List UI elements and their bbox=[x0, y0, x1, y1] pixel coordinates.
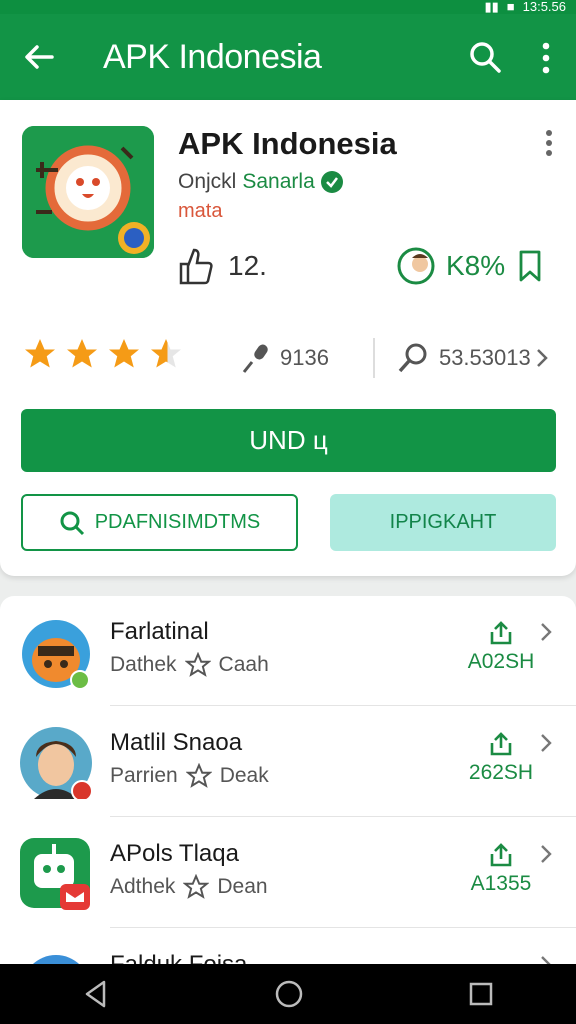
star-outline-icon bbox=[185, 763, 212, 788]
install-button[interactable]: UND ц bbox=[21, 409, 556, 472]
star-half-icon bbox=[151, 339, 181, 368]
list-item-title: APols Tlaqa bbox=[110, 840, 239, 867]
list-item[interactable]: Farlatinal Dathek Caah A02SH bbox=[0, 596, 576, 706]
upload-icon bbox=[490, 732, 512, 756]
app-avatar bbox=[20, 727, 92, 799]
stats-divider bbox=[372, 338, 375, 378]
developer-prefix: Onjckl bbox=[178, 170, 237, 193]
chevron-right-icon[interactable] bbox=[535, 347, 549, 369]
list-item-rating: Dean bbox=[217, 875, 268, 898]
verified-check-icon bbox=[320, 171, 343, 193]
developer-line[interactable]: Onjckl Sanarla bbox=[178, 170, 343, 194]
divider bbox=[110, 816, 576, 817]
microphone-icon bbox=[242, 344, 268, 373]
app-avatar bbox=[32, 955, 80, 964]
upload-icon bbox=[490, 843, 512, 867]
search-icon[interactable] bbox=[468, 40, 502, 74]
chevron-right-icon[interactable] bbox=[538, 953, 554, 964]
update-action[interactable]: A1355 bbox=[466, 842, 536, 896]
stats-row: 9136 53.53013 bbox=[240, 338, 549, 378]
divider bbox=[110, 927, 576, 928]
app-avatar bbox=[20, 838, 90, 910]
downloads-value: 9136 bbox=[280, 345, 329, 370]
rating-percent-metric: K8% bbox=[396, 246, 547, 286]
battery-icon: ■ bbox=[506, 0, 515, 14]
user-badge-icon bbox=[397, 247, 435, 285]
list-item-rating: Deak bbox=[219, 764, 269, 787]
search-icon bbox=[60, 511, 84, 535]
list-item-title: Falduk Foisa bbox=[110, 951, 247, 964]
list-item-title: Farlatinal bbox=[110, 618, 209, 645]
card-overflow-icon[interactable] bbox=[538, 128, 560, 158]
nav-back-icon[interactable] bbox=[82, 979, 110, 1009]
thumbs-up-icon bbox=[179, 248, 213, 285]
list-item-category: Parrien bbox=[110, 764, 178, 787]
star-outline-icon bbox=[183, 874, 210, 899]
list-item-category: Adthek bbox=[110, 875, 176, 898]
back-arrow-icon[interactable] bbox=[22, 40, 56, 74]
chevron-right-icon[interactable] bbox=[538, 620, 554, 644]
app-avatar bbox=[22, 620, 90, 688]
update-size: A02SH bbox=[467, 650, 535, 673]
list-item-rating: Caah bbox=[218, 653, 269, 676]
list-item-meta: Parrien Deak bbox=[110, 763, 269, 789]
search-permissions-label: PDAFNISIMDTMS bbox=[94, 511, 261, 533]
app-name: APK Indonesia bbox=[178, 126, 397, 161]
app-bar-title: APK Indonesia bbox=[103, 38, 322, 76]
status-time: 13:5.56 bbox=[522, 0, 566, 14]
overflow-menu-icon[interactable] bbox=[536, 41, 556, 75]
list-item[interactable]: Matlil Snaoa Parrien Deak 262SH bbox=[0, 707, 576, 817]
update-size: 262SH bbox=[468, 761, 534, 784]
rating-stars bbox=[22, 336, 184, 372]
secondary-action-button[interactable]: IPPIGKAHT bbox=[330, 494, 556, 551]
nav-recents-icon[interactable] bbox=[468, 981, 494, 1007]
chevron-right-icon[interactable] bbox=[538, 842, 554, 866]
list-item-meta: Dathek Caah bbox=[110, 652, 269, 678]
upload-icon bbox=[490, 621, 512, 645]
app-detail-card: APK Indonesia Onjckl Sanarla mata 12. K8… bbox=[0, 100, 576, 576]
related-apps-list: Farlatinal Dathek Caah A02SH Matlil Snao… bbox=[0, 596, 576, 964]
app-bar: APK Indonesia bbox=[0, 14, 576, 100]
update-action[interactable]: A02SH bbox=[466, 620, 536, 674]
developer-name[interactable]: Sanarla bbox=[242, 170, 314, 194]
list-item-category: Dathek bbox=[110, 653, 177, 676]
rating-percent-value: K8% bbox=[446, 250, 506, 281]
bookmark-icon[interactable] bbox=[515, 249, 547, 283]
category-tag[interactable]: mata bbox=[178, 200, 222, 223]
status-bar: ▮▮ ■ 13:5.56 bbox=[0, 0, 576, 14]
star-icon bbox=[25, 339, 55, 368]
update-size: A1355 bbox=[470, 872, 532, 895]
search-permissions-button[interactable]: PDAFNISIMDTMS bbox=[21, 494, 298, 551]
list-item[interactable]: APols Tlaqa Adthek Dean A1355 bbox=[0, 818, 576, 928]
system-nav-bar bbox=[0, 964, 576, 1024]
likes-metric: 12. bbox=[178, 246, 267, 286]
reviews-value: 53.53013 bbox=[438, 345, 531, 370]
search-small-icon bbox=[398, 343, 427, 373]
nav-home-icon[interactable] bbox=[274, 979, 304, 1009]
divider bbox=[110, 705, 576, 706]
signal-icon: ▮▮ bbox=[484, 0, 499, 14]
star-outline-icon bbox=[184, 652, 211, 677]
star-icon bbox=[67, 339, 97, 368]
list-item[interactable]: Falduk Foisa bbox=[0, 929, 576, 964]
likes-value: 12. bbox=[228, 250, 267, 281]
update-action[interactable]: 262SH bbox=[466, 731, 536, 785]
list-item-meta: Adthek Dean bbox=[110, 874, 268, 900]
chevron-right-icon[interactable] bbox=[538, 731, 554, 755]
star-icon bbox=[109, 339, 139, 368]
app-icon bbox=[22, 126, 154, 258]
list-item-title: Matlil Snaoa bbox=[110, 729, 243, 756]
